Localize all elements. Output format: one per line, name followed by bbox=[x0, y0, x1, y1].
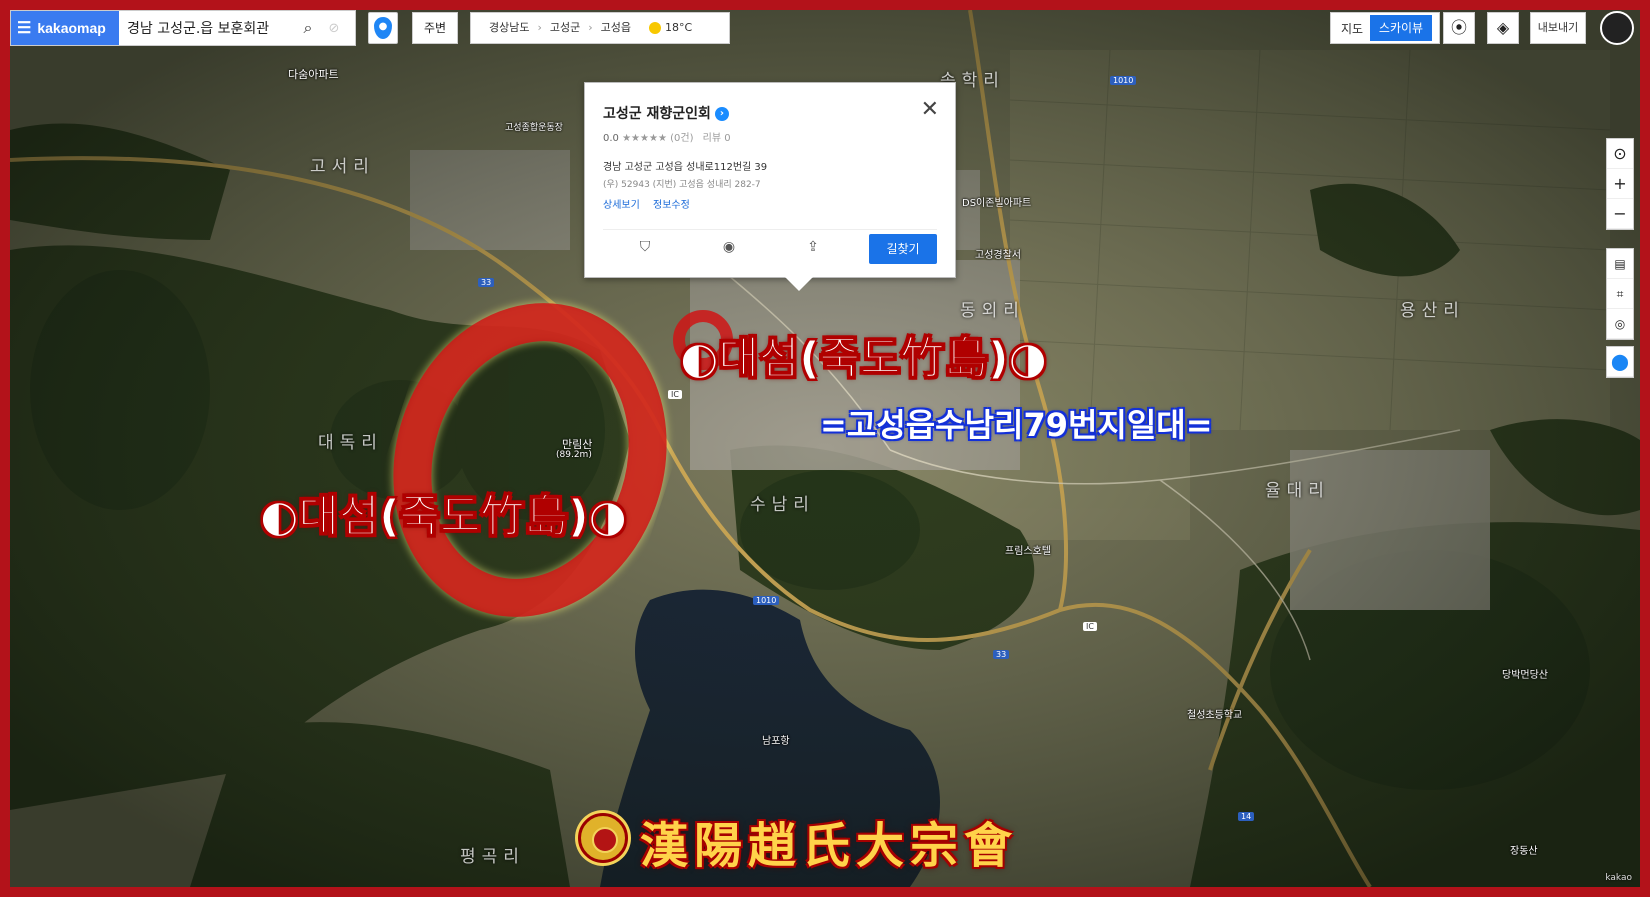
search-icon[interactable]: ⌕ bbox=[295, 18, 321, 38]
label-manlimsan-height: (89.2m) bbox=[556, 450, 592, 460]
temperature: 18°C bbox=[665, 21, 693, 34]
location-pin-icon: ● bbox=[374, 17, 392, 39]
label-yuldaeri: 율대리 bbox=[1265, 481, 1330, 501]
compass-icon[interactable]: ◎ bbox=[1607, 309, 1633, 339]
label-police: 고성경찰서 bbox=[975, 250, 1021, 261]
popup-links: 상세보기 정보수정 bbox=[603, 196, 937, 211]
kakaomap-logo[interactable]: ☰ kakaomap bbox=[11, 11, 119, 45]
popup-sub-address: (우) 52943 (지번) 고성읍 성내리 282-7 bbox=[603, 180, 761, 190]
rating-value: 0.0 bbox=[603, 133, 619, 144]
label-suri: 수남리 bbox=[750, 495, 815, 515]
road-33-shield: 33 bbox=[478, 278, 495, 287]
label-primus-hotel: 프림스호텔 bbox=[1005, 546, 1051, 557]
overlay-subtitle: =고성읍수남리79번지일대= bbox=[820, 406, 1213, 444]
export-button[interactable]: 내보내기 bbox=[1530, 12, 1586, 44]
edit-link[interactable]: 정보수정 bbox=[653, 200, 690, 211]
review-count: (0건) bbox=[670, 133, 694, 144]
chevron-right-icon: › bbox=[537, 21, 542, 34]
zoom-out-button[interactable]: − bbox=[1607, 199, 1633, 229]
map-type-toggle: 지도 스카이뷰 bbox=[1330, 12, 1440, 44]
label-ds-apt: DS이존빌아파트 bbox=[962, 198, 1032, 209]
road-33-shield-2: 33 bbox=[993, 650, 1010, 659]
route-pin-button[interactable]: ● bbox=[368, 12, 398, 44]
location-pin-button[interactable]: ⦿ bbox=[1443, 12, 1475, 44]
close-icon[interactable]: ✕ bbox=[921, 97, 939, 122]
menu-icon[interactable]: ☰ bbox=[17, 18, 31, 38]
layers-button[interactable]: ◈ bbox=[1487, 12, 1519, 44]
label-dongoeri: 동외리 bbox=[960, 301, 1025, 321]
label-stadium: 고성종합운동장 bbox=[505, 123, 563, 133]
map-type-map[interactable]: 지도 bbox=[1334, 20, 1370, 37]
breadcrumb-province[interactable]: 경상남도 bbox=[489, 21, 529, 34]
label-daedokri: 대독리 bbox=[318, 433, 383, 453]
place-popup: 고성군 재향군인회 › ✕ 0.0 ★★★★★ (0건) 리뷰 0 경남 고성군 … bbox=[584, 82, 956, 291]
clan-name: 漢陽趙氏大宗會 bbox=[640, 818, 1019, 874]
logo-text: kakaomap bbox=[37, 20, 106, 36]
avatar[interactable] bbox=[1600, 11, 1634, 45]
label-school: 철성초등학교 bbox=[1187, 710, 1243, 721]
road-1010-shield: 1010 bbox=[1110, 76, 1137, 85]
share-icon[interactable]: ⇪ bbox=[771, 234, 855, 259]
label-pyeongri: 평곡리 bbox=[460, 847, 525, 867]
kakao-watermark: kakao bbox=[1605, 873, 1632, 883]
search-box[interactable]: ☰ kakaomap 경남 고성군.읍 보훈회관 ⌕ ⊘ bbox=[10, 10, 356, 46]
map-type-skyview[interactable]: 스카이뷰 bbox=[1370, 15, 1432, 41]
label-jangdongsan: 장동산 bbox=[1510, 846, 1538, 857]
popup-place-name[interactable]: 고성군 재향군인회 › bbox=[603, 103, 937, 123]
clan-emblem-icon bbox=[578, 813, 628, 863]
road-14-shield: 14 bbox=[1238, 812, 1255, 821]
nearby-button[interactable]: 주변 bbox=[412, 12, 458, 44]
roadview-icon[interactable]: ◉ bbox=[687, 234, 771, 259]
review-label[interactable]: 리뷰 0 bbox=[703, 133, 731, 144]
popup-rating: 0.0 ★★★★★ (0건) 리뷰 0 bbox=[603, 129, 937, 144]
star-icons: ★★★★★ bbox=[622, 133, 667, 144]
breadcrumb: 경상남도 › 고성군 › 고성읍 18°C bbox=[470, 12, 730, 44]
pin-control: ⬤ bbox=[1606, 346, 1634, 378]
overlay-title-upper: ◐대섬(죽도竹島)◑ bbox=[680, 333, 1048, 385]
ic-marker-2: IC bbox=[1083, 622, 1097, 631]
bookmark-icon[interactable]: ⛉ bbox=[603, 234, 687, 259]
popup-address: 경남 고성군 고성읍 성내로112번길 39 bbox=[603, 162, 768, 173]
pin-icon: ⦿ bbox=[1450, 18, 1467, 37]
label-dangbang: 당박먼당산 bbox=[1502, 670, 1548, 681]
label-dasum-apt: 다숨아파트 bbox=[288, 68, 339, 81]
ruler-icon[interactable]: ▤ bbox=[1607, 249, 1633, 279]
zoom-controls: ⊙ + − bbox=[1606, 138, 1634, 230]
layers-icon: ◈ bbox=[1496, 18, 1510, 37]
clear-icon[interactable]: ⊘ bbox=[321, 21, 347, 36]
label-gosori: 고서리 bbox=[310, 157, 375, 177]
label-yongsanri: 용산리 bbox=[1400, 301, 1465, 321]
route-button[interactable]: 길찾기 bbox=[869, 234, 937, 264]
search-input[interactable]: 경남 고성군.읍 보훈회관 bbox=[119, 18, 295, 38]
overlay-title-lower: ◐대섬(죽도竹島)◑ bbox=[260, 491, 628, 543]
sun-icon bbox=[649, 22, 662, 34]
info-icon[interactable]: › bbox=[714, 107, 729, 121]
label-nampo-port: 남포항 bbox=[762, 736, 790, 747]
breadcrumb-county[interactable]: 고성군 bbox=[550, 21, 580, 34]
chevron-right-icon: › bbox=[588, 21, 593, 34]
add-pin-icon[interactable]: ⬤ bbox=[1607, 347, 1633, 377]
popup-actions: ⛉ ◉ ⇪ 길찾기 bbox=[603, 229, 937, 264]
zoom-in-button[interactable]: + bbox=[1607, 169, 1633, 199]
detail-link[interactable]: 상세보기 bbox=[603, 200, 640, 211]
road-1010-shield-2: 1010 bbox=[753, 596, 780, 605]
place-name-text: 고성군 재향군인회 bbox=[603, 106, 711, 122]
tool-controls: ▤ ⌗ ◎ bbox=[1606, 248, 1634, 340]
area-icon[interactable]: ⌗ bbox=[1607, 279, 1633, 309]
breadcrumb-town[interactable]: 고성읍 bbox=[601, 21, 631, 34]
ic-marker: IC bbox=[668, 390, 682, 399]
my-location-icon[interactable]: ⊙ bbox=[1607, 139, 1633, 169]
